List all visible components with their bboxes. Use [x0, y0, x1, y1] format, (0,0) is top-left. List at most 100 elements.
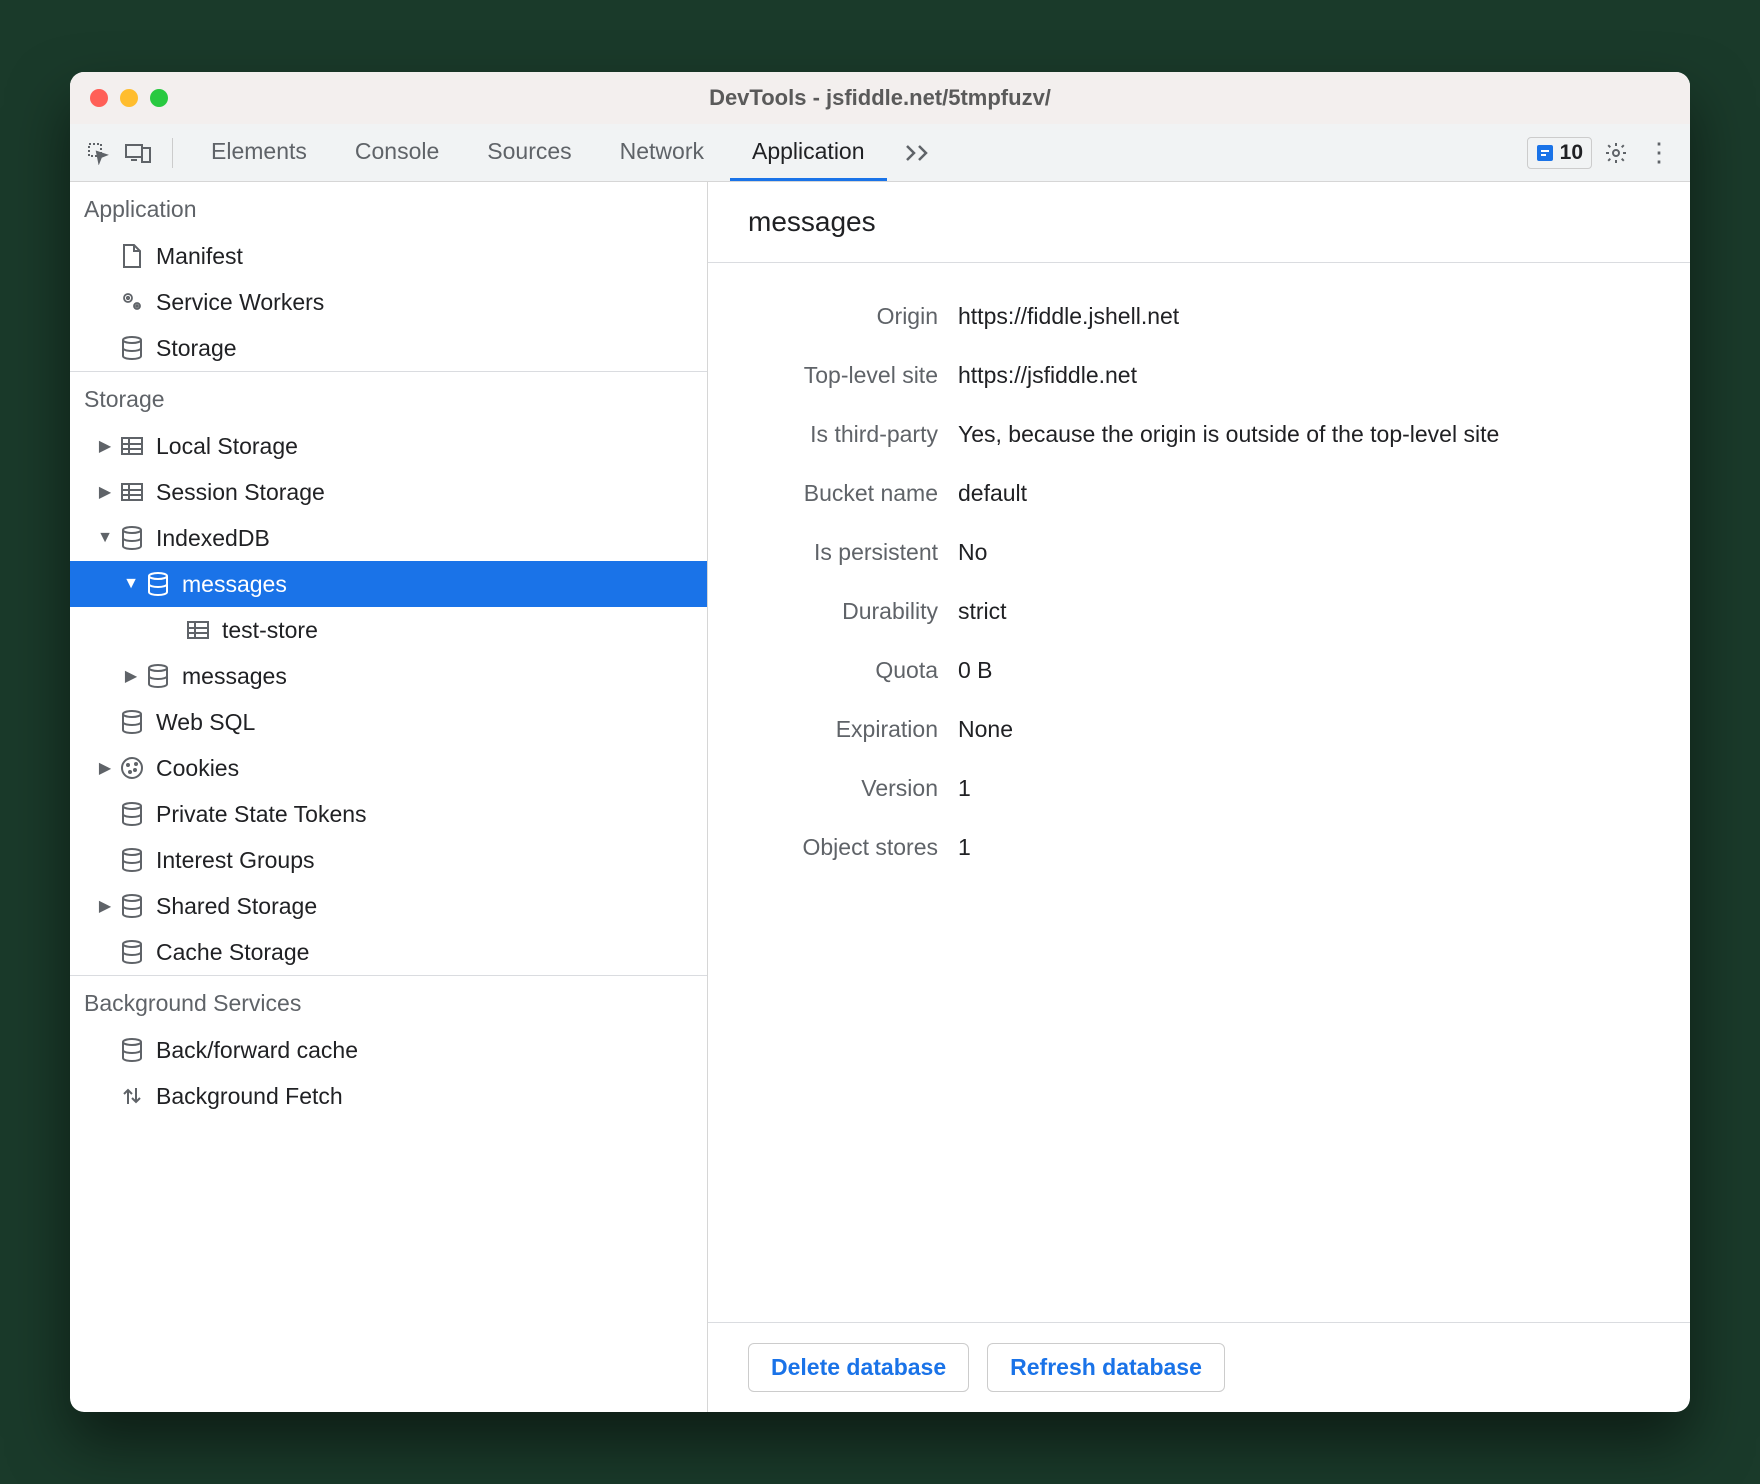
- detail-row-object-stores: Object stores 1: [708, 818, 1690, 877]
- detail-label: Is third-party: [738, 421, 938, 448]
- content: Application Manifest Service Workers Sto…: [70, 182, 1690, 1412]
- sidebar-item-db-messages-2[interactable]: ▶ messages: [70, 653, 707, 699]
- detail-value: default: [958, 480, 1660, 507]
- sidebar-item-local-storage[interactable]: ▶ Local Storage: [70, 423, 707, 469]
- tab-network[interactable]: Network: [598, 124, 726, 181]
- expand-arrow-icon[interactable]: ▶: [96, 758, 114, 778]
- separator: [172, 138, 173, 168]
- sidebar-item-label: Storage: [156, 335, 237, 362]
- gears-icon: [118, 288, 146, 316]
- detail-row-durability: Durability strict: [708, 582, 1690, 641]
- sidebar-item-websql[interactable]: Web SQL: [70, 699, 707, 745]
- tab-application[interactable]: Application: [730, 124, 887, 181]
- delete-database-button[interactable]: Delete database: [748, 1343, 969, 1392]
- sidebar-item-indexeddb[interactable]: ▼ IndexedDB: [70, 515, 707, 561]
- expand-arrow-icon[interactable]: ▶: [96, 482, 114, 502]
- database-icon: [118, 938, 146, 966]
- expand-arrow-icon[interactable]: ▶: [96, 896, 114, 916]
- sidebar: Application Manifest Service Workers Sto…: [70, 182, 708, 1412]
- detail-value: No: [958, 539, 1660, 566]
- detail-row-persistent: Is persistent No: [708, 523, 1690, 582]
- sidebar-item-interest-groups[interactable]: Interest Groups: [70, 837, 707, 883]
- sidebar-item-storage[interactable]: Storage: [70, 325, 707, 371]
- sidebar-item-label: Manifest: [156, 243, 243, 270]
- sidebar-item-label: Private State Tokens: [156, 801, 367, 828]
- sidebar-item-label: Web SQL: [156, 709, 255, 736]
- detail-label: Quota: [738, 657, 938, 684]
- more-options-icon[interactable]: ⋮: [1640, 133, 1680, 173]
- sidebar-item-cookies[interactable]: ▶ Cookies: [70, 745, 707, 791]
- sidebar-item-label: messages: [182, 663, 287, 690]
- main-panel: messages Origin https://fiddle.jshell.ne…: [708, 182, 1690, 1412]
- detail-row-version: Version 1: [708, 759, 1690, 818]
- sidebar-item-service-workers[interactable]: Service Workers: [70, 279, 707, 325]
- detail-row-quota: Quota 0 B: [708, 641, 1690, 700]
- section-application-title: Application: [70, 182, 707, 233]
- expand-arrow-icon[interactable]: ▶: [122, 666, 140, 686]
- tab-sources[interactable]: Sources: [465, 124, 593, 181]
- detail-row-expiration: Expiration None: [708, 700, 1690, 759]
- sidebar-item-label: Shared Storage: [156, 893, 317, 920]
- tab-console[interactable]: Console: [333, 124, 461, 181]
- sidebar-item-background-fetch[interactable]: Background Fetch: [70, 1073, 707, 1119]
- database-icon: [118, 524, 146, 552]
- actions-bar: Delete database Refresh database: [708, 1322, 1690, 1412]
- panel-tabs: Elements Console Sources Network Applica…: [189, 124, 887, 181]
- database-icon: [144, 662, 172, 690]
- database-icon: [118, 846, 146, 874]
- window-controls: [90, 89, 168, 107]
- detail-value: Yes, because the origin is outside of th…: [958, 421, 1660, 448]
- detail-value: strict: [958, 598, 1660, 625]
- sidebar-item-label: Service Workers: [156, 289, 324, 316]
- section-storage-title: Storage: [70, 372, 707, 423]
- detail-value: 1: [958, 834, 1660, 861]
- database-icon: [118, 892, 146, 920]
- panel-title: messages: [708, 182, 1690, 263]
- sidebar-item-db-messages[interactable]: ▼ messages: [70, 561, 707, 607]
- database-icon: [118, 708, 146, 736]
- device-toolbar-icon[interactable]: [120, 135, 156, 171]
- sidebar-item-label: Back/forward cache: [156, 1037, 358, 1064]
- sidebar-item-manifest[interactable]: Manifest: [70, 233, 707, 279]
- settings-icon[interactable]: [1596, 133, 1636, 173]
- issues-count: 10: [1560, 141, 1583, 165]
- database-icon: [118, 334, 146, 362]
- sidebar-item-store-teststore[interactable]: test-store: [70, 607, 707, 653]
- titlebar: DevTools - jsfiddle.net/5tmpfuzv/: [70, 72, 1690, 124]
- sidebar-item-private-state-tokens[interactable]: Private State Tokens: [70, 791, 707, 837]
- inspect-element-icon[interactable]: [80, 135, 116, 171]
- expand-arrow-icon[interactable]: ▶: [96, 436, 114, 456]
- detail-label: Top-level site: [738, 362, 938, 389]
- devtools-window: DevTools - jsfiddle.net/5tmpfuzv/ Elemen…: [70, 72, 1690, 1412]
- detail-value: None: [958, 716, 1660, 743]
- minimize-window-button[interactable]: [120, 89, 138, 107]
- transfer-icon: [118, 1082, 146, 1110]
- sidebar-item-cache-storage[interactable]: Cache Storage: [70, 929, 707, 975]
- detail-label: Bucket name: [738, 480, 938, 507]
- sidebar-item-label: Cookies: [156, 755, 239, 782]
- toolbar: Elements Console Sources Network Applica…: [70, 124, 1690, 182]
- issues-badge[interactable]: 10: [1527, 137, 1592, 169]
- table-icon: [184, 616, 212, 644]
- close-window-button[interactable]: [90, 89, 108, 107]
- detail-value: 1: [958, 775, 1660, 802]
- sidebar-item-bfcache[interactable]: Back/forward cache: [70, 1027, 707, 1073]
- section-bgservices-title: Background Services: [70, 976, 707, 1027]
- zoom-window-button[interactable]: [150, 89, 168, 107]
- detail-list: Origin https://fiddle.jshell.net Top-lev…: [708, 263, 1690, 1322]
- cookie-icon: [118, 754, 146, 782]
- more-tabs-icon[interactable]: [891, 144, 947, 162]
- sidebar-item-label: Interest Groups: [156, 847, 315, 874]
- collapse-arrow-icon[interactable]: ▼: [96, 529, 114, 547]
- collapse-arrow-icon[interactable]: ▼: [122, 575, 140, 593]
- sidebar-item-label: test-store: [222, 617, 318, 644]
- tab-elements[interactable]: Elements: [189, 124, 329, 181]
- detail-label: Object stores: [738, 834, 938, 861]
- detail-label: Is persistent: [738, 539, 938, 566]
- sidebar-item-shared-storage[interactable]: ▶ Shared Storage: [70, 883, 707, 929]
- detail-row-bucket: Bucket name default: [708, 464, 1690, 523]
- sidebar-item-session-storage[interactable]: ▶ Session Storage: [70, 469, 707, 515]
- sidebar-item-label: Local Storage: [156, 433, 298, 460]
- detail-row-origin: Origin https://fiddle.jshell.net: [708, 287, 1690, 346]
- refresh-database-button[interactable]: Refresh database: [987, 1343, 1225, 1392]
